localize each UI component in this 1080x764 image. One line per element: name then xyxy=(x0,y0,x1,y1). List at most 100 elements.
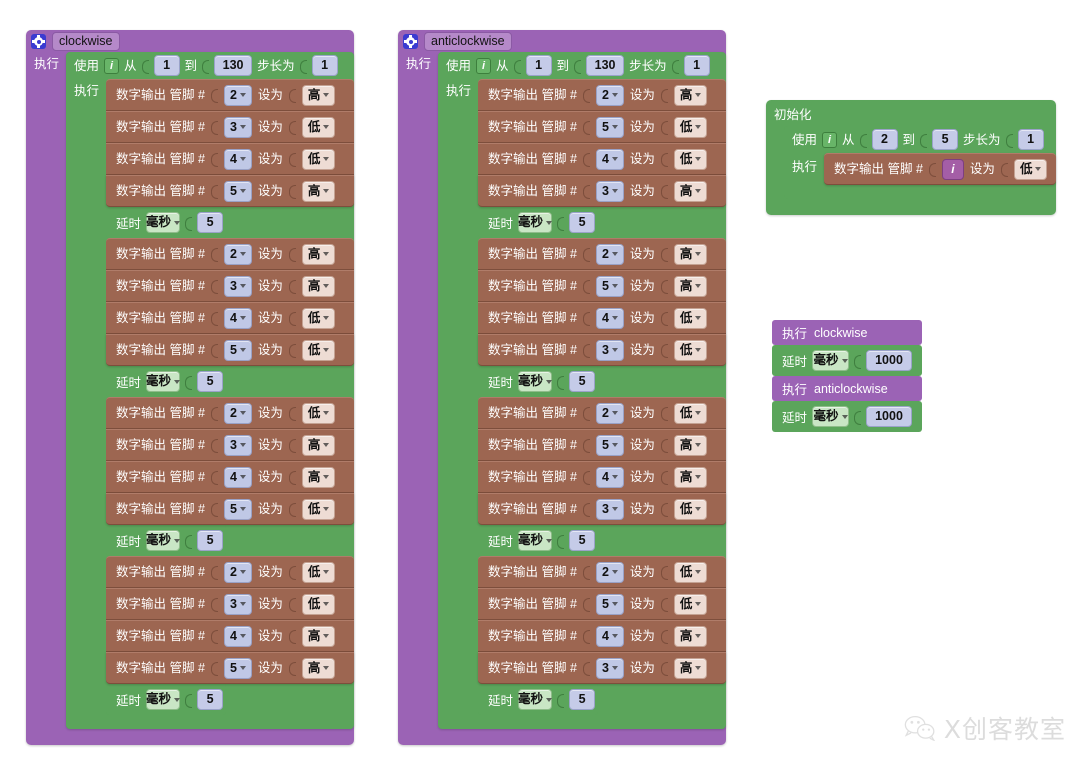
digital-write-block[interactable]: 数字输出 管脚 # 2 设为 低 xyxy=(478,556,727,588)
digital-write-block[interactable]: 数字输出 管脚 # 3 设为 高 xyxy=(106,429,355,461)
loop-from-value[interactable]: 1 xyxy=(153,55,180,76)
time-unit-dropdown[interactable]: 毫秒 xyxy=(812,406,849,427)
pin-dropdown[interactable]: 3 xyxy=(223,116,252,138)
digital-write-block[interactable]: 数字输出 管脚 # 3 设为 低 xyxy=(106,111,355,143)
digital-write-block[interactable]: 数字输出 管脚 # 4 设为 低 xyxy=(478,302,727,334)
state-dropdown[interactable]: 高 xyxy=(301,243,336,265)
pin-variable-i[interactable]: i xyxy=(941,158,964,180)
pin-dropdown[interactable]: 4 xyxy=(223,466,252,488)
pin-dropdown[interactable]: 3 xyxy=(595,657,624,679)
pin-dropdown[interactable]: 2 xyxy=(595,561,624,583)
pin-dropdown[interactable]: 2 xyxy=(223,561,252,583)
time-unit-dropdown[interactable]: 毫秒 xyxy=(518,689,553,710)
state-dropdown[interactable]: 高 xyxy=(301,180,336,202)
pin-dropdown[interactable]: 2 xyxy=(595,402,624,424)
time-unit-dropdown[interactable]: 毫秒 xyxy=(146,212,181,233)
blockly-workspace[interactable]: clockwise 执行 使用 i 从 1 到 130 步长为 1 执行 数字输… xyxy=(0,0,1080,764)
loop-step-value[interactable]: 1 xyxy=(683,55,710,76)
digital-write-block[interactable]: 数字输出 管脚 # 5 设为 低 xyxy=(478,588,727,620)
loop-variable-i[interactable]: i xyxy=(104,57,120,74)
state-dropdown[interactable]: 低 xyxy=(301,148,336,170)
loop-variable-i[interactable]: i xyxy=(476,57,492,74)
pin-dropdown[interactable]: 5 xyxy=(223,657,252,679)
procedure-name-field[interactable]: anticlockwise xyxy=(424,32,512,51)
procedure-call-anticlockwise[interactable]: 执行 anticlockwise xyxy=(772,376,922,401)
pin-dropdown[interactable]: 4 xyxy=(595,307,624,329)
pin-dropdown[interactable]: 3 xyxy=(595,339,624,361)
digital-write-block[interactable]: 数字输出 管脚 # 2 设为 高 xyxy=(106,238,355,270)
delay-value[interactable]: 5 xyxy=(197,689,224,710)
pin-dropdown[interactable]: 3 xyxy=(223,434,252,456)
state-dropdown[interactable]: 高 xyxy=(673,84,708,106)
pin-dropdown[interactable]: 4 xyxy=(595,466,624,488)
pin-dropdown[interactable]: 3 xyxy=(595,180,624,202)
for-loop-header[interactable]: 使用 i 从 1 到 130 步长为 1 xyxy=(66,52,354,79)
setup-block[interactable]: 初始化 使用 i 从 2 到 5 步长为 1 执行 数字输出 管脚 # i 设为… xyxy=(766,100,1057,215)
state-dropdown[interactable]: 低 xyxy=(673,307,708,329)
state-dropdown[interactable]: 高 xyxy=(673,657,708,679)
pin-dropdown[interactable]: 5 xyxy=(223,498,252,520)
state-dropdown[interactable]: 低 xyxy=(673,561,708,583)
loop-from-value[interactable]: 2 xyxy=(871,129,898,150)
loop-to-value[interactable]: 5 xyxy=(932,129,959,150)
digital-write-block[interactable]: 数字输出 管脚 # 5 设为 高 xyxy=(106,175,355,207)
delay-value[interactable]: 5 xyxy=(569,212,596,233)
delay-value[interactable]: 1000 xyxy=(866,406,912,427)
pin-dropdown[interactable]: 5 xyxy=(595,116,624,138)
state-dropdown[interactable]: 低 xyxy=(673,339,708,361)
loop-from-value[interactable]: 1 xyxy=(525,55,552,76)
loop-variable-i[interactable]: i xyxy=(822,131,838,148)
digital-write-block[interactable]: 数字输出 管脚 # 5 设为 高 xyxy=(478,429,727,461)
pin-dropdown[interactable]: 3 xyxy=(223,593,252,615)
state-dropdown[interactable]: 高 xyxy=(673,180,708,202)
pin-dropdown[interactable]: 5 xyxy=(223,180,252,202)
state-dropdown[interactable]: 高 xyxy=(301,434,336,456)
delay-value[interactable]: 5 xyxy=(197,371,224,392)
delay-block[interactable]: 延时 毫秒 5 xyxy=(478,207,599,238)
digital-write-block[interactable]: 数字输出 管脚 # 2 设为 低 xyxy=(106,556,355,588)
state-dropdown[interactable]: 高 xyxy=(301,657,336,679)
delay-value[interactable]: 5 xyxy=(197,530,224,551)
digital-write-block[interactable]: 数字输出 管脚 # 2 设为 低 xyxy=(106,397,355,429)
state-dropdown[interactable]: 低 xyxy=(1013,158,1048,180)
digital-write-block[interactable]: 数字输出 管脚 # 3 设为 低 xyxy=(478,493,727,525)
pin-dropdown[interactable]: 4 xyxy=(223,307,252,329)
digital-write-block[interactable]: 数字输出 管脚 # 3 设为 高 xyxy=(478,652,727,684)
state-dropdown[interactable]: 高 xyxy=(673,243,708,265)
digital-write-block[interactable]: 数字输出 管脚 # 4 设为 高 xyxy=(478,461,727,493)
digital-write-block[interactable]: 数字输出 管脚 # 4 设为 低 xyxy=(106,302,355,334)
digital-write-block[interactable]: 数字输出 管脚 # 5 设为 高 xyxy=(478,270,727,302)
pin-dropdown[interactable]: 5 xyxy=(595,593,624,615)
pin-dropdown[interactable]: 2 xyxy=(223,243,252,265)
delay-block[interactable]: 延时 毫秒 5 xyxy=(106,684,227,715)
procedure-header[interactable]: anticlockwise xyxy=(398,30,726,52)
state-dropdown[interactable]: 高 xyxy=(673,625,708,647)
delay-block[interactable]: 延时 毫秒 5 xyxy=(106,207,227,238)
state-dropdown[interactable]: 低 xyxy=(673,402,708,424)
state-dropdown[interactable]: 低 xyxy=(301,498,336,520)
state-dropdown[interactable]: 低 xyxy=(301,402,336,424)
digital-write-block[interactable]: 数字输出 管脚 # 4 设为 高 xyxy=(106,620,355,652)
for-loop-header[interactable]: 使用 i 从 1 到 130 步长为 1 xyxy=(438,52,726,79)
time-unit-dropdown[interactable]: 毫秒 xyxy=(518,530,553,551)
delay-value[interactable]: 5 xyxy=(569,530,596,551)
loop-step-value[interactable]: 1 xyxy=(1017,129,1044,150)
pin-dropdown[interactable]: 3 xyxy=(595,498,624,520)
state-dropdown[interactable]: 低 xyxy=(301,307,336,329)
time-unit-dropdown[interactable]: 毫秒 xyxy=(146,371,181,392)
delay-value[interactable]: 1000 xyxy=(866,350,912,371)
state-dropdown[interactable]: 低 xyxy=(673,116,708,138)
state-dropdown[interactable]: 低 xyxy=(673,593,708,615)
pin-dropdown[interactable]: 4 xyxy=(595,625,624,647)
pin-dropdown[interactable]: 5 xyxy=(223,339,252,361)
procedure-call-clockwise[interactable]: 执行 clockwise xyxy=(772,320,922,345)
pin-dropdown[interactable]: 5 xyxy=(595,434,624,456)
gear-icon[interactable] xyxy=(31,34,46,49)
delay-block[interactable]: 延时 毫秒 5 xyxy=(478,366,599,397)
delay-block[interactable]: 延时 毫秒 5 xyxy=(478,525,599,556)
digital-write-block[interactable]: 数字输出 管脚 # 5 设为 低 xyxy=(106,334,355,366)
delay-value[interactable]: 5 xyxy=(569,371,596,392)
time-unit-dropdown[interactable]: 毫秒 xyxy=(518,371,553,392)
procedure-definition-anticlockwise[interactable]: anticlockwise 执行 使用 i 从 1 到 130 步长为 1 执行… xyxy=(398,30,727,745)
digital-write-block[interactable]: 数字输出 管脚 # 4 设为 低 xyxy=(106,143,355,175)
